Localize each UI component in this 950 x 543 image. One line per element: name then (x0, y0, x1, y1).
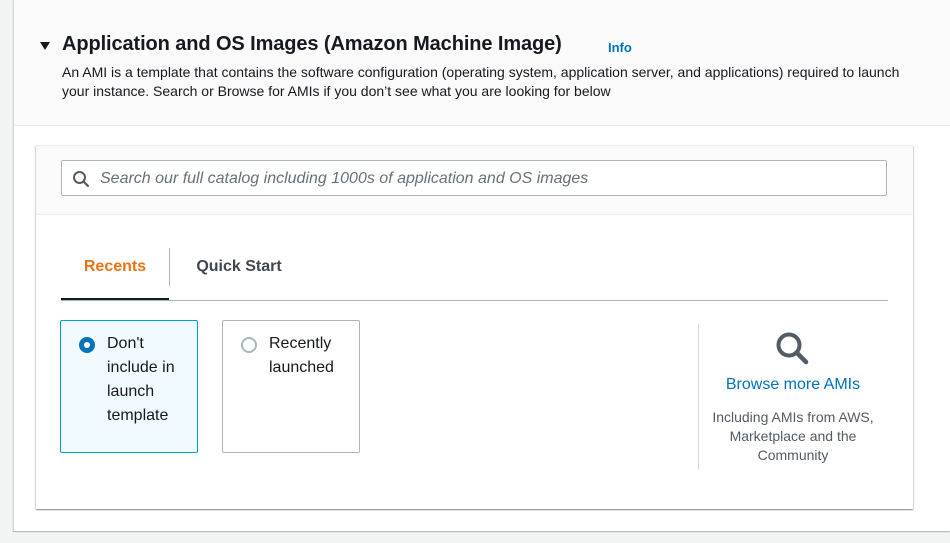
search-icon (72, 170, 90, 188)
ami-selector-container: Search our full catalog including 1000s … (36, 145, 913, 509)
collapse-caret-icon[interactable] (40, 42, 50, 50)
info-link[interactable]: Info (608, 40, 632, 55)
option-tile-recently-launched[interactable]: Recently launched (222, 320, 360, 453)
section-description: An AMI is a template that contains the s… (62, 64, 900, 99)
browse-more-amis-link[interactable]: Browse more AMIs (699, 376, 887, 394)
radio-unselected[interactable] (241, 337, 257, 353)
magnifier-icon (775, 331, 811, 367)
option-tile-dont-include[interactable]: Don't include in launch template (60, 320, 198, 453)
search-bar-area: Search our full catalog including 1000s … (36, 146, 913, 215)
section-title: Application and OS Images (Amazon Machin… (62, 33, 562, 55)
ami-search-input[interactable]: Search our full catalog including 1000s … (61, 160, 887, 196)
tab-recents[interactable]: Recents (61, 248, 169, 300)
option-label: Don't include in launch template (107, 335, 175, 424)
ami-section-panel: Application and OS Images (Amazon Machin… (13, 0, 950, 531)
option-label: Recently launched (269, 335, 334, 376)
section-header: Application and OS Images (Amazon Machin… (14, 0, 950, 126)
tab-divider (169, 248, 170, 286)
ami-tabs: Recents Quick Start (61, 244, 888, 301)
tab-quick-start[interactable]: Quick Start (171, 248, 307, 298)
browse-subtext: Including AMIs from AWS, Marketplace and… (712, 409, 874, 463)
radio-selected[interactable] (79, 337, 95, 353)
search-placeholder: Search our full catalog including 1000s … (100, 170, 589, 187)
